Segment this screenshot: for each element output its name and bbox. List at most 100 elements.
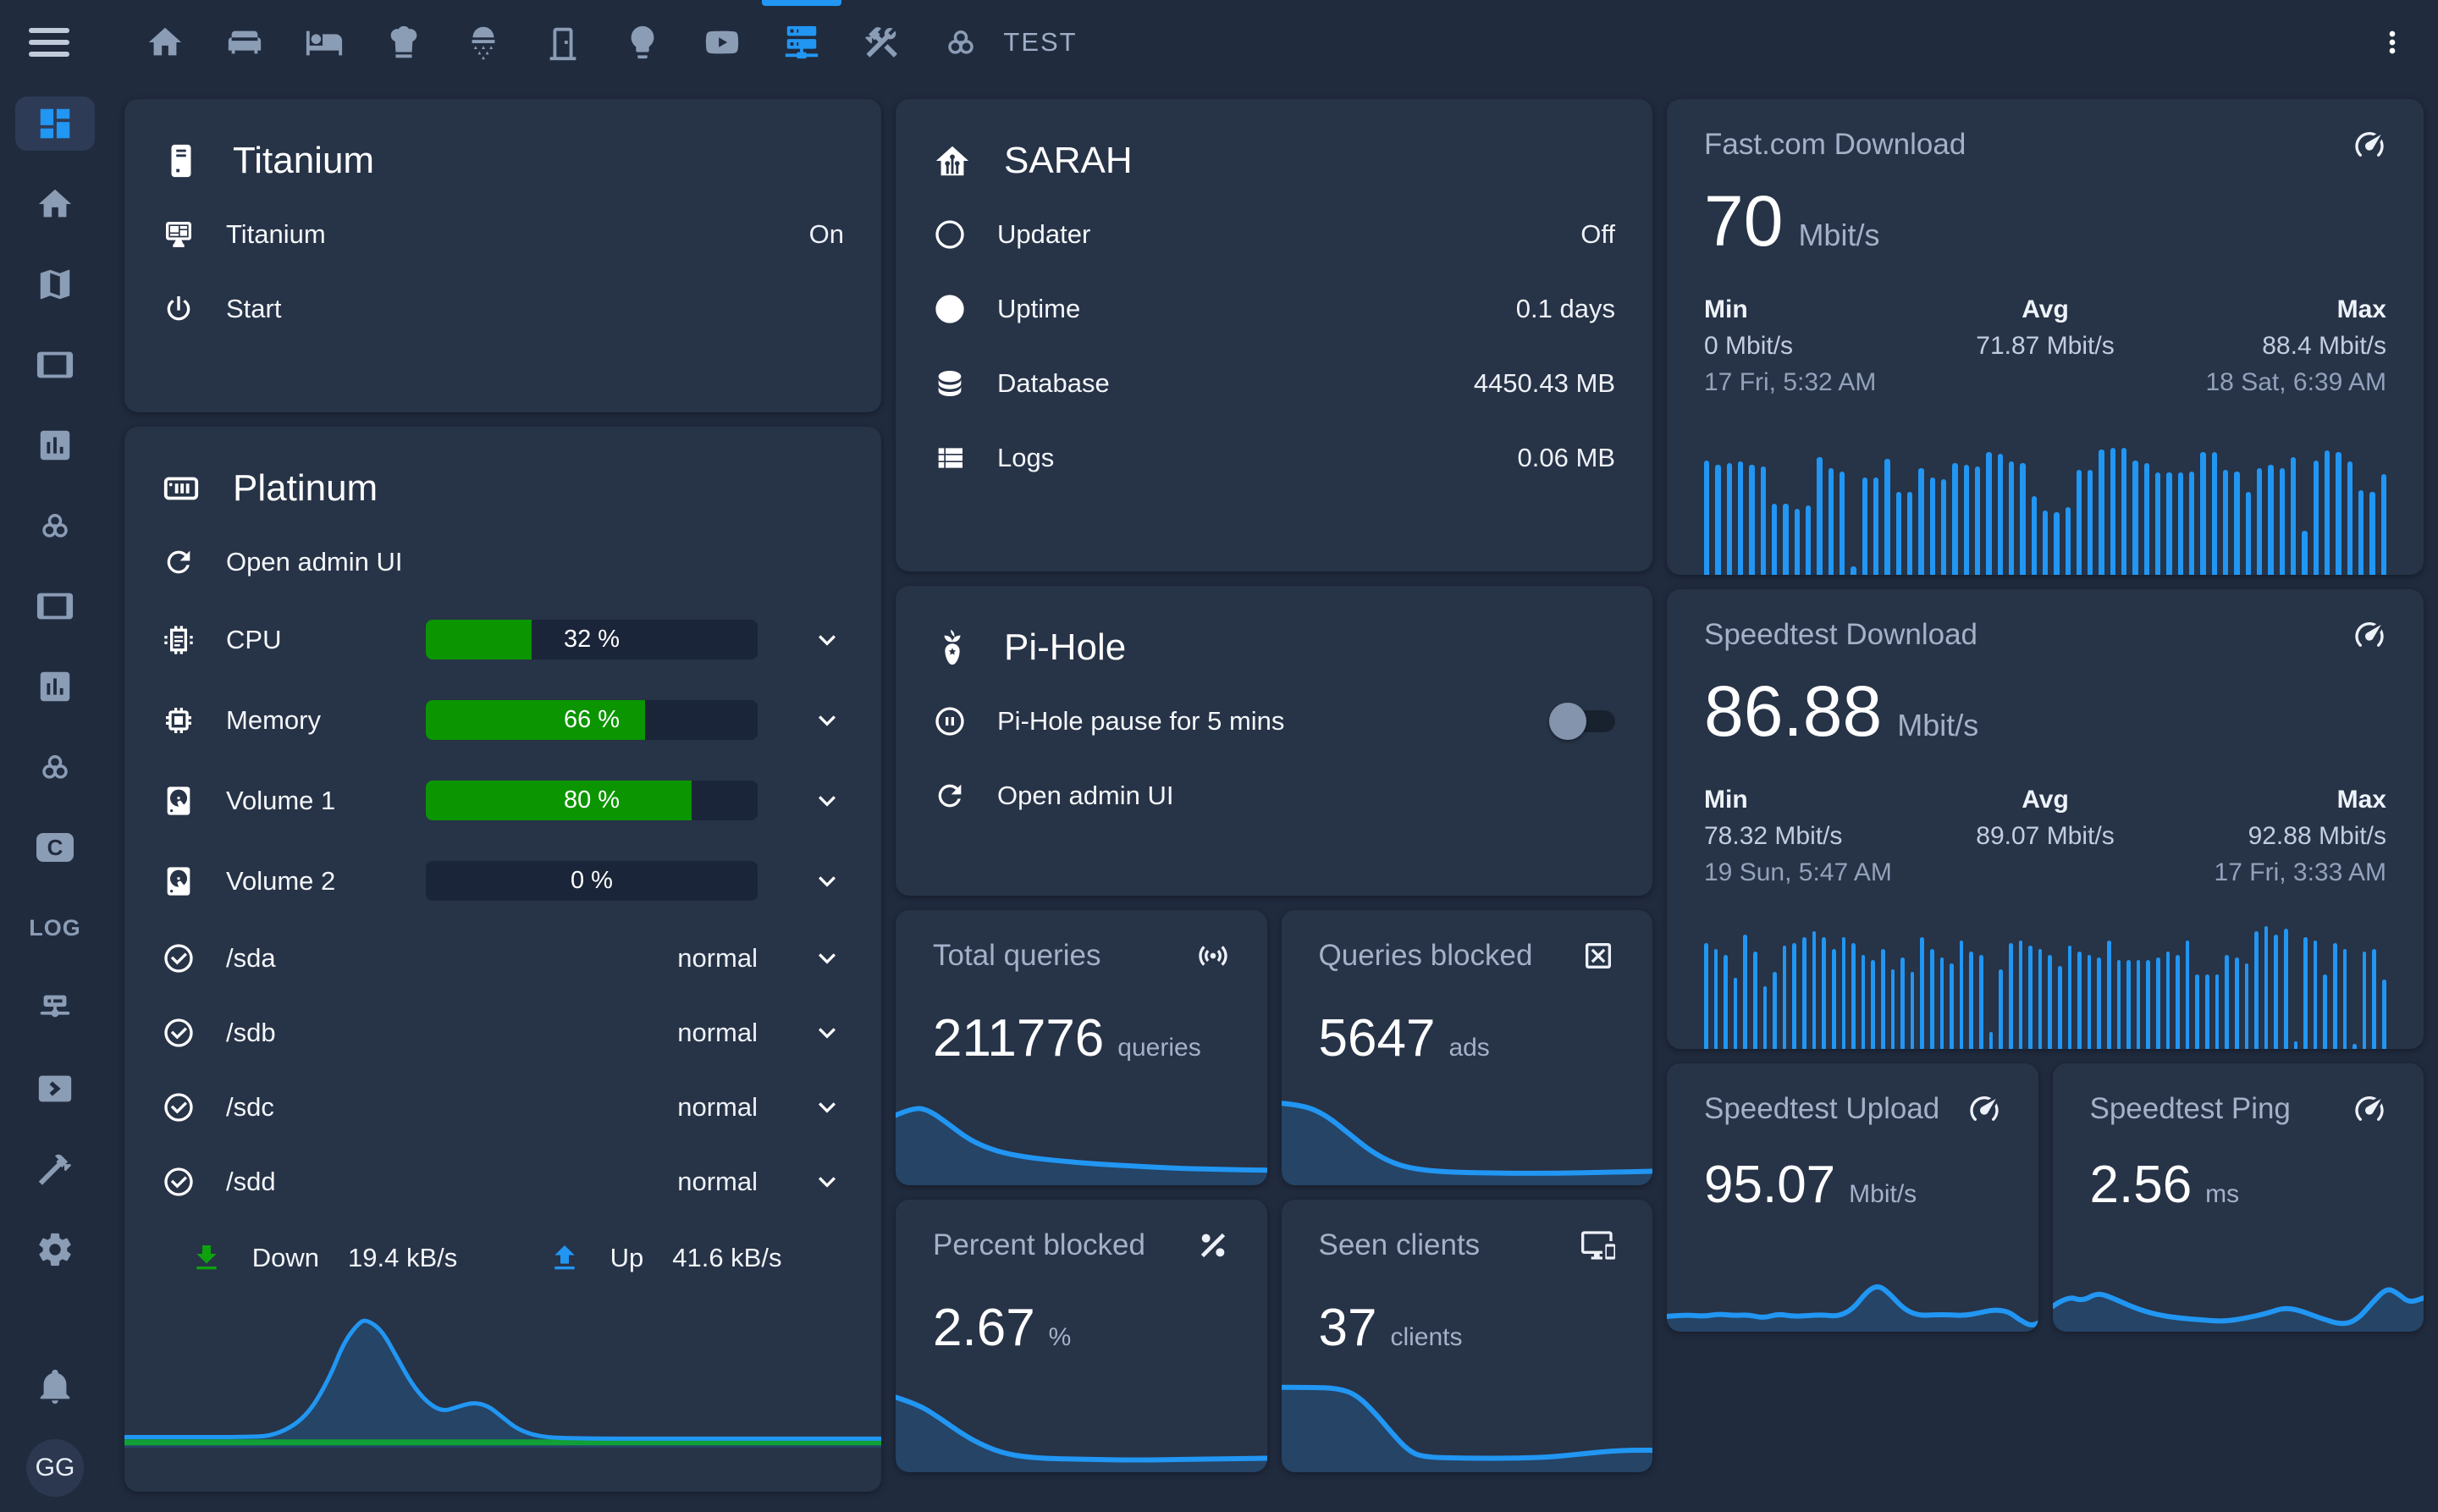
download-label: Down (252, 1243, 319, 1273)
gauge-value: 80 % (426, 781, 758, 820)
tab-servers-active[interactable] (762, 0, 841, 85)
tablet-icon (36, 587, 74, 626)
sidebar-item-tablet-2[interactable] (15, 579, 95, 633)
speedometer-icon (2353, 618, 2386, 652)
card-title: Titanium (233, 140, 374, 182)
disk-row-sdd[interactable]: /sdd normal (162, 1145, 844, 1219)
download-stat[interactable]: Down 19.4 kB/s (190, 1241, 492, 1275)
chevron-down-icon[interactable] (810, 1016, 844, 1050)
desktop-icon (162, 218, 196, 251)
gauge-row-cpu[interactable]: CPU 32 % (162, 599, 844, 680)
user-avatar[interactable]: GG (26, 1439, 84, 1497)
entity-row-logs[interactable]: Logs 0.06 MB (933, 421, 1615, 495)
sidebar-item-notifications[interactable] (15, 1359, 95, 1413)
check-circle-icon (162, 1016, 196, 1050)
sidebar-item-c[interactable]: C (15, 820, 95, 875)
max-timestamp: 17 Fri, 3:33 AM (2159, 854, 2386, 891)
sidebar-item-settings[interactable] (15, 1222, 95, 1277)
letter-c-icon: C (36, 833, 74, 862)
home-icon (36, 185, 74, 223)
chevron-down-icon[interactable] (810, 1090, 844, 1124)
entity-row-start-button[interactable]: Start (162, 272, 844, 346)
gauge-row-volume-2[interactable]: Volume 2 0 % (162, 841, 844, 921)
sidebar-item-dashboard[interactable] (15, 97, 95, 151)
tab-bedroom[interactable] (284, 0, 364, 85)
upload-value: 41.6 kB/s (672, 1243, 816, 1273)
tab-tools[interactable] (841, 0, 921, 85)
speedtest-ping-card: Speedtest Ping 2.56 ms (2053, 1063, 2424, 1332)
entity-row-titanium[interactable]: Titanium On (162, 197, 844, 272)
tab-test[interactable]: TEST (1001, 0, 1080, 85)
gauge-value: 0 % (426, 861, 758, 901)
sidebar-item-stats-2[interactable] (15, 659, 95, 714)
entity-row-uptime[interactable]: Uptime 0.1 days (933, 272, 1615, 346)
percent-icon (1196, 1228, 1230, 1262)
sidebar-item-stats-1[interactable] (15, 418, 95, 472)
chevron-down-icon[interactable] (810, 1165, 844, 1199)
upload-icon (548, 1241, 582, 1275)
sidebar-item-home[interactable] (15, 177, 95, 231)
nas-icon (162, 469, 201, 508)
memory-gauge: 66 % (426, 700, 758, 740)
entity-label: Titanium (226, 219, 326, 250)
pihole-pause-toggle[interactable] (1554, 710, 1615, 732)
sidebar-item-tablet-1[interactable] (15, 338, 95, 392)
tab-lights[interactable] (603, 0, 682, 85)
stat-value: 211776 (933, 1008, 1104, 1068)
speedtest-download-card: Speedtest Download 86.88 Mbit/s Min 78.3… (1667, 589, 2424, 1049)
gauge-row-memory[interactable]: Memory 66 % (162, 680, 844, 760)
max-value: 88.4 Mbit/s (2159, 328, 2386, 364)
chevron-down-icon[interactable] (810, 864, 844, 898)
tab-home[interactable] (125, 0, 205, 85)
disk-row-sdb[interactable]: /sdb normal (162, 996, 844, 1070)
gauge-row-volume-1[interactable]: Volume 1 80 % (162, 760, 844, 841)
disk-row-sda[interactable]: /sda normal (162, 921, 844, 996)
tab-living-room[interactable] (205, 0, 284, 85)
disk-label: /sdd (226, 1167, 276, 1197)
speedometer-icon (2353, 128, 2386, 162)
sidebar-item-terminal[interactable] (15, 1062, 95, 1116)
upload-stat[interactable]: Up 41.6 kB/s (548, 1241, 817, 1275)
menu-icon[interactable] (29, 25, 69, 59)
tab-door[interactable] (523, 0, 603, 85)
entity-row-database[interactable]: Database 4450.43 MB (933, 346, 1615, 421)
stat-unit: clients (1390, 1323, 1462, 1352)
sidebar-item-developer-tools[interactable] (15, 1142, 95, 1196)
overflow-menu-button[interactable] (2375, 25, 2409, 59)
avg-label: Avg (1932, 781, 2159, 818)
chevron-down-icon[interactable] (810, 784, 844, 818)
max-value: 92.88 Mbit/s (2159, 818, 2386, 854)
column-2: SARAH Updater Off Uptime 0.1 days Databa… (896, 99, 1652, 1492)
sidebar-item-biohazard-1[interactable] (15, 499, 95, 553)
speedtest-history-chart (1704, 914, 2386, 1049)
min-timestamp: 19 Sun, 5:47 AM (1704, 854, 1932, 891)
chevron-down-icon[interactable] (810, 704, 844, 737)
tab-bathroom[interactable] (444, 0, 523, 85)
tower-pc-icon (162, 141, 201, 180)
active-tab-indicator (762, 0, 841, 6)
disk-row-sdc[interactable]: /sdc normal (162, 1070, 844, 1145)
chevron-down-icon[interactable] (810, 941, 844, 975)
chef-hat-icon (384, 23, 423, 62)
upload-sparkline (1667, 1247, 2038, 1332)
log-icon: LOG (29, 915, 81, 941)
sidebar-item-map[interactable] (15, 257, 95, 312)
tab-media[interactable] (682, 0, 762, 85)
home-assistant-icon (933, 141, 972, 180)
titanium-card: Titanium Titanium On Start (124, 99, 881, 412)
close-box-icon (1581, 939, 1615, 973)
chevron-down-icon[interactable] (810, 623, 844, 657)
open-admin-ui-button[interactable]: Open admin UI (933, 759, 1615, 833)
sidebar-item-network[interactable] (15, 981, 95, 1035)
tab-kitchen[interactable] (364, 0, 444, 85)
lightbulb-icon (623, 23, 662, 62)
card-title: Speedtest Download (1704, 618, 1977, 652)
sidebar-item-log[interactable]: LOG (15, 901, 95, 955)
circle-outline-icon (933, 218, 967, 251)
min-label: Min (1704, 781, 1932, 818)
entity-state: Off (1580, 219, 1615, 250)
upload-label: Up (610, 1243, 644, 1273)
open-admin-ui-button[interactable]: Open admin UI (162, 525, 844, 599)
sidebar-item-biohazard-2[interactable] (15, 740, 95, 794)
entity-row-updater[interactable]: Updater Off (933, 197, 1615, 272)
